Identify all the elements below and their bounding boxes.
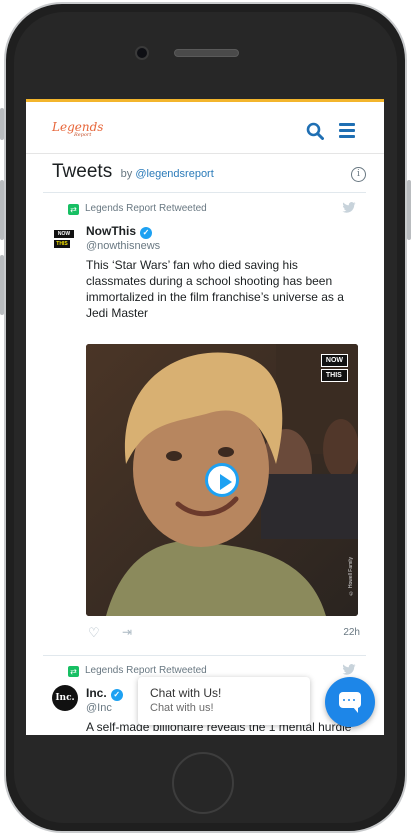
tweet-text: This ‘Star Wars’ fan who died saving his… (86, 258, 344, 320)
volume-down-button (0, 255, 4, 315)
site-logo[interactable]: Legends Report (52, 120, 103, 138)
hamburger-menu-icon[interactable] (339, 123, 355, 138)
avatar[interactable]: NOW THIS (54, 230, 76, 252)
retweet-label: Legends Report Retweeted (85, 665, 207, 676)
verified-badge-icon: ✓ (140, 227, 152, 239)
timeline-handle-link[interactable]: @legendsreport (135, 168, 213, 180)
power-button (407, 180, 411, 240)
tweet-video[interactable]: NOW THIS © Howell Family (86, 344, 358, 616)
video-logo-bottom: THIS (320, 369, 348, 382)
volume-up-button (0, 180, 4, 240)
play-icon[interactable] (205, 463, 239, 497)
tweet-handle[interactable]: @Inc (86, 702, 112, 714)
twitter-bird-icon[interactable] (342, 664, 356, 675)
twitter-bird-icon[interactable] (342, 202, 356, 213)
retweet-label: Legends Report Retweeted (85, 203, 207, 214)
tweet-actions: ♡ ⇥ 22h (88, 625, 360, 641)
video-brand-logo: NOW THIS (320, 354, 348, 384)
tweet-timestamp[interactable]: 22h (343, 627, 360, 638)
heart-icon[interactable]: ♡ (88, 625, 100, 641)
chat-prompt-bubble[interactable]: Chat with Us! Chat with us! (138, 677, 310, 725)
retweet-label-row: ⇄ Legends Report Retweeted (68, 665, 207, 677)
retweet-icon: ⇄ (68, 666, 79, 677)
timeline-by: by (120, 168, 133, 180)
front-camera (135, 46, 149, 60)
video-logo-top: NOW (320, 354, 348, 367)
earpiece-speaker (174, 49, 239, 57)
search-icon[interactable] (306, 122, 324, 140)
chat-icon (339, 692, 361, 713)
screen: Legends Report Tweets by @legendsreport … (26, 99, 384, 735)
tweet-author-name: NowThis (86, 224, 136, 238)
verified-badge-icon: ✓ (110, 689, 123, 701)
retweet-label-row: ⇄ Legends Report Retweeted (68, 203, 207, 215)
chat-launcher-button[interactable] (325, 677, 375, 727)
timeline-by-label: by @legendsreport (121, 168, 214, 180)
avatar-logo-top: NOW (54, 230, 74, 238)
avatar[interactable]: Inc. (52, 685, 78, 711)
site-header: Legends Report (26, 99, 384, 154)
chat-subtitle: Chat with us! (150, 702, 214, 714)
home-button[interactable] (172, 752, 234, 814)
header-divider (43, 192, 366, 193)
timeline-header: Tweets by @legendsreport i (52, 161, 366, 191)
info-icon[interactable]: i (351, 167, 366, 182)
retweet-icon: ⇄ (68, 204, 79, 215)
tweet-handle[interactable]: @nowthisnews (86, 240, 160, 252)
tweet-divider (43, 655, 366, 656)
video-credit: © Howell Family (348, 557, 354, 596)
mute-switch (0, 108, 4, 140)
tweet-author[interactable]: NowThis ✓ (86, 224, 152, 239)
tweet-author-name: Inc. (86, 686, 107, 700)
tweet-author[interactable]: Inc. ✓ (86, 686, 123, 701)
share-icon[interactable]: ⇥ (122, 625, 132, 639)
timeline-title: Tweets (52, 161, 113, 182)
avatar-logo-bottom: THIS (54, 240, 70, 248)
chat-title: Chat with Us! (150, 686, 222, 700)
